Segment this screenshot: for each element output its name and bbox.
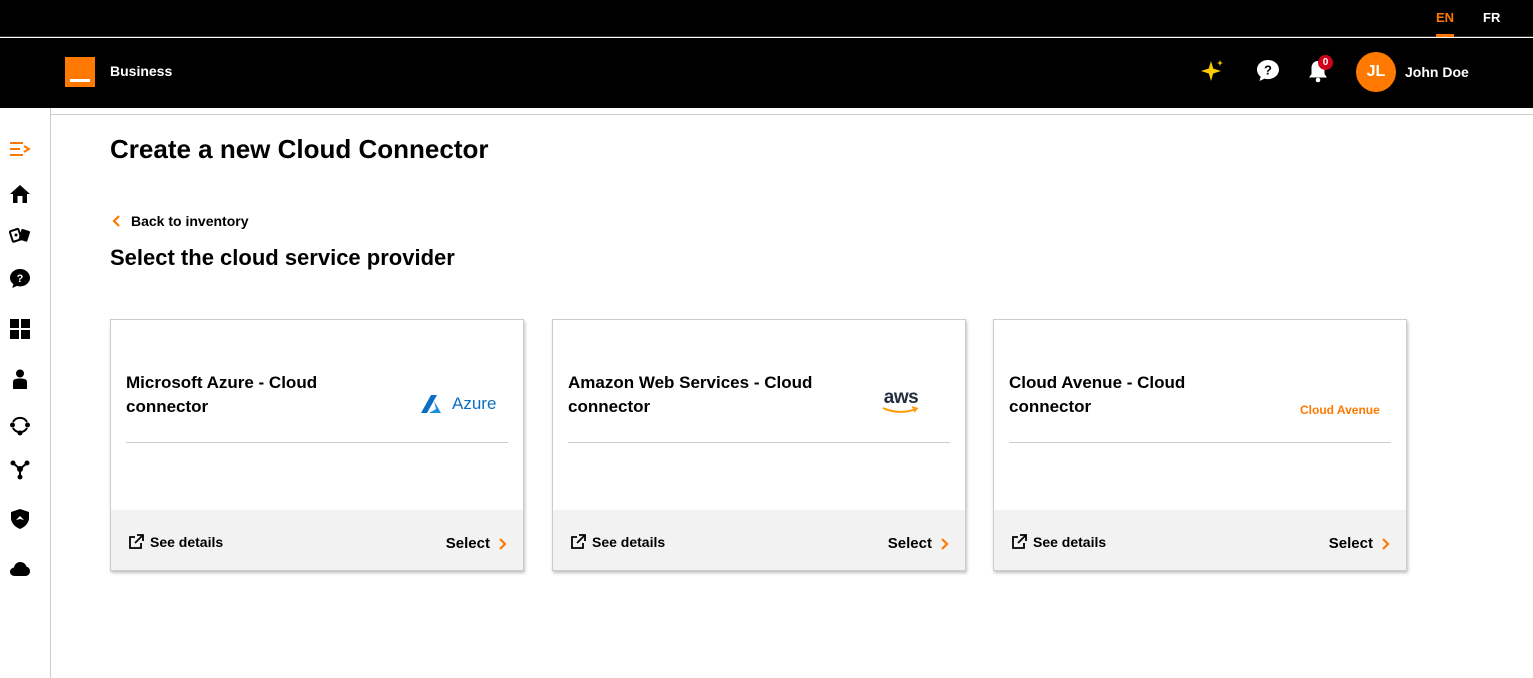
select-label: Select bbox=[445, 535, 490, 552]
azure-logo: Azure bbox=[421, 394, 496, 414]
tickets-icon[interactable] bbox=[9, 224, 31, 246]
chevron-right-icon bbox=[1382, 537, 1390, 550]
provider-card-aws[interactable]: Amazon Web Services - Cloud connector aw… bbox=[552, 319, 966, 571]
topology-icon[interactable] bbox=[9, 458, 31, 480]
provider-card-cloud-avenue[interactable]: Cloud Avenue - Cloud connector Cloud Ave… bbox=[993, 319, 1407, 571]
select-label: Select bbox=[887, 535, 932, 552]
section-title: Select the cloud service provider bbox=[110, 245, 455, 270]
dashboard-icon[interactable] bbox=[9, 318, 31, 340]
card-title: Amazon Web Services - Cloud connector bbox=[568, 373, 813, 416]
card-footer: See details Select bbox=[553, 510, 965, 570]
aws-logo-text: aws bbox=[883, 387, 919, 408]
see-details-link[interactable]: See details bbox=[570, 534, 665, 550]
external-link-icon bbox=[571, 534, 586, 549]
chevron-right-icon bbox=[941, 537, 949, 550]
notification-badge: 0 bbox=[1318, 55, 1333, 70]
cloud-icon[interactable] bbox=[9, 558, 31, 580]
sidebar: ? bbox=[0, 108, 51, 678]
card-divider bbox=[1009, 442, 1391, 443]
lang-en-link[interactable]: EN bbox=[1436, 10, 1455, 37]
sparkle-icon[interactable] bbox=[1199, 58, 1225, 84]
top-header: Business ? 0 JL John Doe bbox=[0, 38, 1533, 108]
language-bar: EN FR bbox=[0, 0, 1533, 37]
azure-logo-icon bbox=[421, 395, 441, 413]
home-icon[interactable] bbox=[9, 183, 31, 205]
select-button[interactable]: Select bbox=[446, 535, 507, 552]
user-icon[interactable] bbox=[9, 368, 31, 390]
external-link-icon bbox=[1012, 534, 1027, 549]
external-link-icon bbox=[129, 534, 144, 549]
help-chat-icon[interactable]: ? bbox=[1255, 58, 1281, 84]
see-details-label: See details bbox=[150, 534, 224, 550]
provider-card-azure[interactable]: Microsoft Azure - Cloud connector Azure … bbox=[110, 319, 524, 571]
back-link-label: Back to inventory bbox=[131, 213, 249, 229]
chevron-left-icon bbox=[112, 215, 120, 227]
help-icon[interactable]: ? bbox=[9, 268, 31, 290]
select-button[interactable]: Select bbox=[888, 535, 949, 552]
azure-logo-text: Azure bbox=[452, 394, 497, 413]
cloud-avenue-logo: Cloud Avenue bbox=[1300, 401, 1380, 419]
see-details-link[interactable]: See details bbox=[128, 534, 223, 550]
network-icon[interactable] bbox=[9, 414, 31, 436]
card-footer: See details Select bbox=[111, 510, 523, 570]
avatar[interactable]: JL bbox=[1356, 52, 1396, 92]
select-label: Select bbox=[1328, 535, 1373, 552]
aws-logo: aws bbox=[881, 388, 921, 414]
chevron-right-icon bbox=[499, 537, 507, 550]
card-title: Cloud Avenue - Cloud connector bbox=[1009, 373, 1186, 416]
brand-label: Business bbox=[110, 63, 173, 79]
svg-text:?: ? bbox=[1264, 63, 1272, 78]
see-details-link[interactable]: See details bbox=[1011, 534, 1106, 550]
orange-logo[interactable] bbox=[65, 57, 95, 87]
card-title: Microsoft Azure - Cloud connector bbox=[126, 373, 318, 416]
back-to-inventory-link[interactable]: Back to inventory bbox=[112, 213, 248, 229]
svg-text:?: ? bbox=[17, 273, 24, 285]
header-divider bbox=[50, 114, 1533, 115]
menu-toggle-icon[interactable] bbox=[9, 138, 31, 160]
card-divider bbox=[126, 442, 508, 443]
cloud-avenue-logo-text: Cloud Avenue bbox=[1300, 403, 1380, 417]
user-name[interactable]: John Doe bbox=[1405, 64, 1469, 80]
select-button[interactable]: Select bbox=[1329, 535, 1390, 552]
security-shield-icon[interactable] bbox=[9, 508, 31, 530]
see-details-label: See details bbox=[1033, 534, 1107, 550]
card-footer: See details Select bbox=[994, 510, 1406, 570]
card-divider bbox=[568, 442, 950, 443]
page-title: Create a new Cloud Connector bbox=[110, 134, 489, 164]
lang-fr-link[interactable]: FR bbox=[1483, 10, 1500, 25]
see-details-label: See details bbox=[592, 534, 666, 550]
